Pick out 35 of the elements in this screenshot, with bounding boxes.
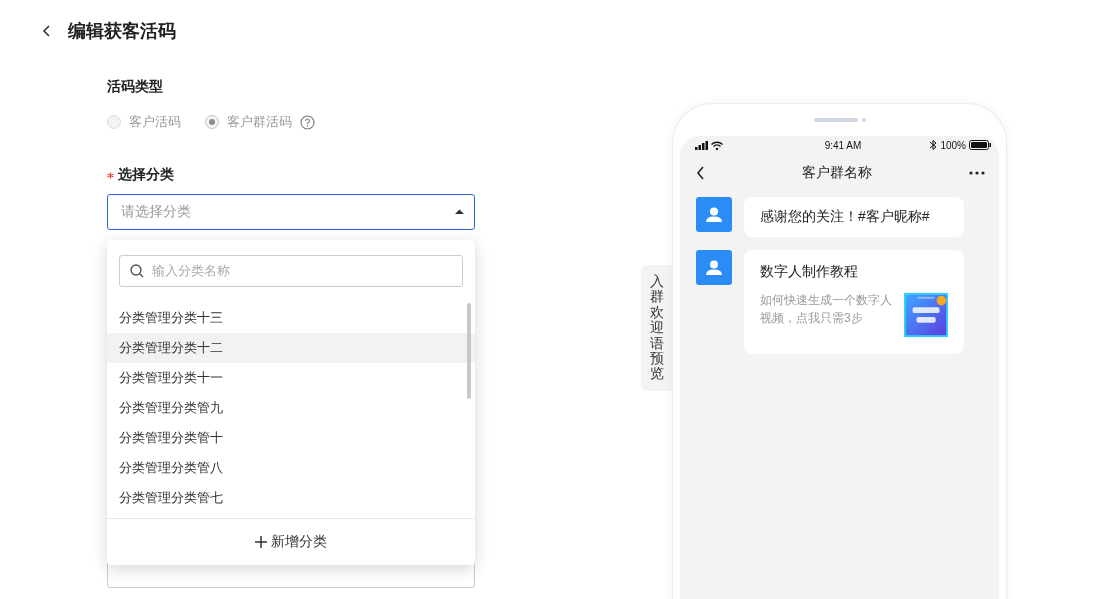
field-label: 选择分类 xyxy=(118,166,174,184)
wifi-icon xyxy=(711,140,723,150)
caret-icon xyxy=(455,209,464,215)
card-title: 数字人制作教程 xyxy=(760,263,859,281)
preview-tab[interactable]: 入群欢迎语预览 xyxy=(641,265,672,391)
scrollbar[interactable] xyxy=(467,303,471,399)
category-option[interactable]: 分类管理分类管九 xyxy=(107,393,475,423)
search-icon xyxy=(130,264,144,278)
chat-title: 客户群名称 xyxy=(802,164,872,182)
preview-tab-label[interactable]: 入群欢迎语预览 xyxy=(650,274,664,382)
category-option[interactable]: 分类管理分类十二 xyxy=(107,333,475,363)
category-option[interactable]: 分类管理分类管十 xyxy=(107,423,475,453)
person-icon xyxy=(706,260,722,275)
link-card[interactable]: 数字人制作教程 如何快速生成一个数字人视频，点我只需3步 xyxy=(744,250,964,354)
category-option[interactable]: 分类管理分类十三 xyxy=(107,303,475,333)
page-title: 编辑获客活码 xyxy=(68,20,176,43)
battery-percent: 100% xyxy=(940,139,966,151)
category-option[interactable]: 分类管理分类管七 xyxy=(107,483,475,513)
back-icon[interactable] xyxy=(696,166,705,180)
more-icon[interactable] xyxy=(969,171,985,175)
battery-icon xyxy=(969,140,991,150)
speaker-slot xyxy=(813,118,858,122)
add-category-button[interactable]: 新增分类 xyxy=(107,518,475,565)
category-option[interactable]: 分类管理分类管八 xyxy=(107,453,475,483)
bluetooth-icon xyxy=(929,139,938,151)
category-option[interactable]: 分类管理分类十一 xyxy=(107,363,475,393)
card-description: 如何快速生成一个数字人视频，点我只需3步 xyxy=(760,292,893,327)
plus-icon xyxy=(255,536,267,548)
field-label: 活码类型 xyxy=(107,78,163,96)
status-time: 9:41 AM xyxy=(824,139,862,151)
signal-icon xyxy=(695,140,708,150)
back-icon[interactable] xyxy=(42,25,52,37)
camera-dot xyxy=(861,118,866,122)
message-bubble: 感谢您的关注！#客户昵称# xyxy=(744,197,964,237)
person-icon xyxy=(706,207,722,222)
